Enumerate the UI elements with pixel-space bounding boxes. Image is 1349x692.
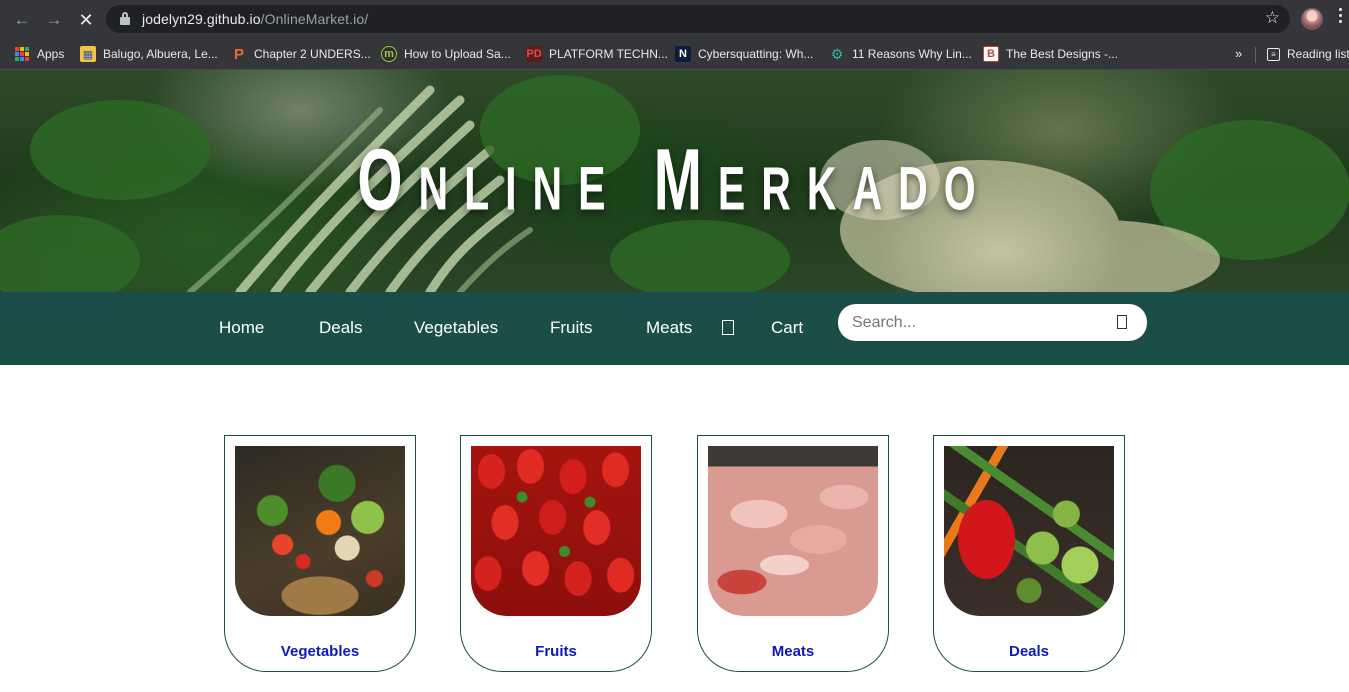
apps-grid-icon (14, 46, 30, 62)
back-arrow-icon[interactable]: ← (11, 9, 33, 31)
address-bar[interactable]: jodelyn29.github.io/OnlineMarket.io/ ☆ (106, 5, 1290, 33)
bookmark-item[interactable]: m How to Upload Sa... (381, 43, 511, 65)
bookmarks-overflow-chevron-icon[interactable]: » (1235, 46, 1242, 61)
search-icon[interactable] (1117, 315, 1127, 329)
category-label[interactable]: Deals (934, 643, 1124, 660)
url-host: jodelyn29.github.io (142, 11, 261, 27)
map-icon: ▦ (80, 46, 96, 62)
bookmark-label: Apps (37, 47, 65, 61)
nav-link-deals[interactable]: Deals (319, 318, 362, 338)
url-path: /OnlineMarket.io/ (260, 11, 369, 27)
bookmark-label: Chapter 2 UNDERS... (254, 47, 371, 61)
bookmark-item[interactable]: ▦ Balugo, Albuera, Le... (80, 43, 218, 65)
vegetables-image[interactable] (235, 446, 405, 616)
bookmark-label: PLATFORM TECHN... (549, 47, 668, 61)
bookmark-label: Balugo, Albuera, Le... (103, 47, 218, 61)
bookmark-label: The Best Designs -... (1006, 47, 1119, 61)
gear-logo-icon: ⚙ (830, 45, 844, 62)
deals-image[interactable] (944, 446, 1114, 616)
browser-menu-icon[interactable] (1338, 8, 1344, 26)
b-logo-icon: B (983, 46, 999, 62)
bookmarks-divider (1255, 47, 1256, 63)
url-text[interactable]: jodelyn29.github.io/OnlineMarket.io/ (142, 11, 368, 27)
category-label[interactable]: Meats (698, 643, 888, 660)
main-navbar: Home Deals Vegetables Fruits Meats Cart (0, 292, 1349, 365)
category-card-meats[interactable]: Meats (697, 435, 889, 672)
meats-image[interactable] (708, 446, 878, 616)
bookmarks-bar: Apps ▦ Balugo, Albuera, Le... P Chapter … (0, 38, 1349, 70)
n-logo-icon: N (675, 46, 691, 62)
profile-avatar[interactable] (1301, 8, 1323, 30)
nav-link-meats[interactable]: Meats (646, 318, 692, 338)
category-label[interactable]: Fruits (461, 643, 651, 660)
site-title: Online Merkado (357, 131, 992, 230)
bookmark-label: Cybersquatting: Wh... (698, 47, 814, 61)
bookmark-item[interactable]: P Chapter 2 UNDERS... (231, 43, 371, 65)
nav-link-home[interactable]: Home (219, 318, 264, 338)
forward-arrow-icon[interactable]: → (43, 9, 65, 31)
bookmark-label: How to Upload Sa... (404, 47, 511, 61)
bookmark-star-icon[interactable]: ☆ (1265, 8, 1280, 28)
p-logo-icon: P (233, 45, 244, 63)
reading-list-label: Reading list (1287, 47, 1349, 61)
bookmark-item[interactable]: ⚙ 11 Reasons Why Lin... (829, 43, 972, 65)
lock-icon[interactable] (120, 12, 130, 25)
bookmark-apps[interactable]: Apps (14, 43, 64, 65)
reading-list-icon: ≡ (1267, 47, 1280, 61)
browser-chrome: ← → ✕ jodelyn29.github.io/OnlineMarket.i… (0, 0, 1349, 70)
search-input[interactable] (852, 312, 1102, 334)
nav-link-fruits[interactable]: Fruits (550, 318, 593, 338)
bookmark-item[interactable]: N Cybersquatting: Wh... (675, 43, 813, 65)
search-box (838, 304, 1147, 341)
bookmark-label: 11 Reasons Why Lin... (852, 47, 972, 61)
bookmark-item[interactable]: B The Best Designs -... (983, 43, 1118, 65)
category-card-fruits[interactable]: Fruits (460, 435, 652, 672)
reading-list-button[interactable]: ≡ Reading list (1267, 43, 1349, 65)
browser-toolbar: ← → ✕ jodelyn29.github.io/OnlineMarket.i… (0, 0, 1349, 38)
cart-icon[interactable] (722, 320, 734, 335)
category-label[interactable]: Vegetables (225, 643, 415, 660)
category-card-vegetables[interactable]: Vegetables (224, 435, 416, 672)
nav-link-cart[interactable]: Cart (771, 318, 803, 338)
pd-logo-icon: PD (526, 46, 542, 62)
nav-link-vegetables[interactable]: Vegetables (414, 318, 498, 338)
bookmark-item[interactable]: PD PLATFORM TECHN... (526, 43, 668, 65)
m-logo-icon: m (381, 46, 397, 62)
fruits-image[interactable] (471, 446, 641, 616)
stop-loading-icon[interactable]: ✕ (75, 9, 97, 31)
category-card-deals[interactable]: Deals (933, 435, 1125, 672)
hero-banner: Online Merkado (0, 70, 1349, 292)
